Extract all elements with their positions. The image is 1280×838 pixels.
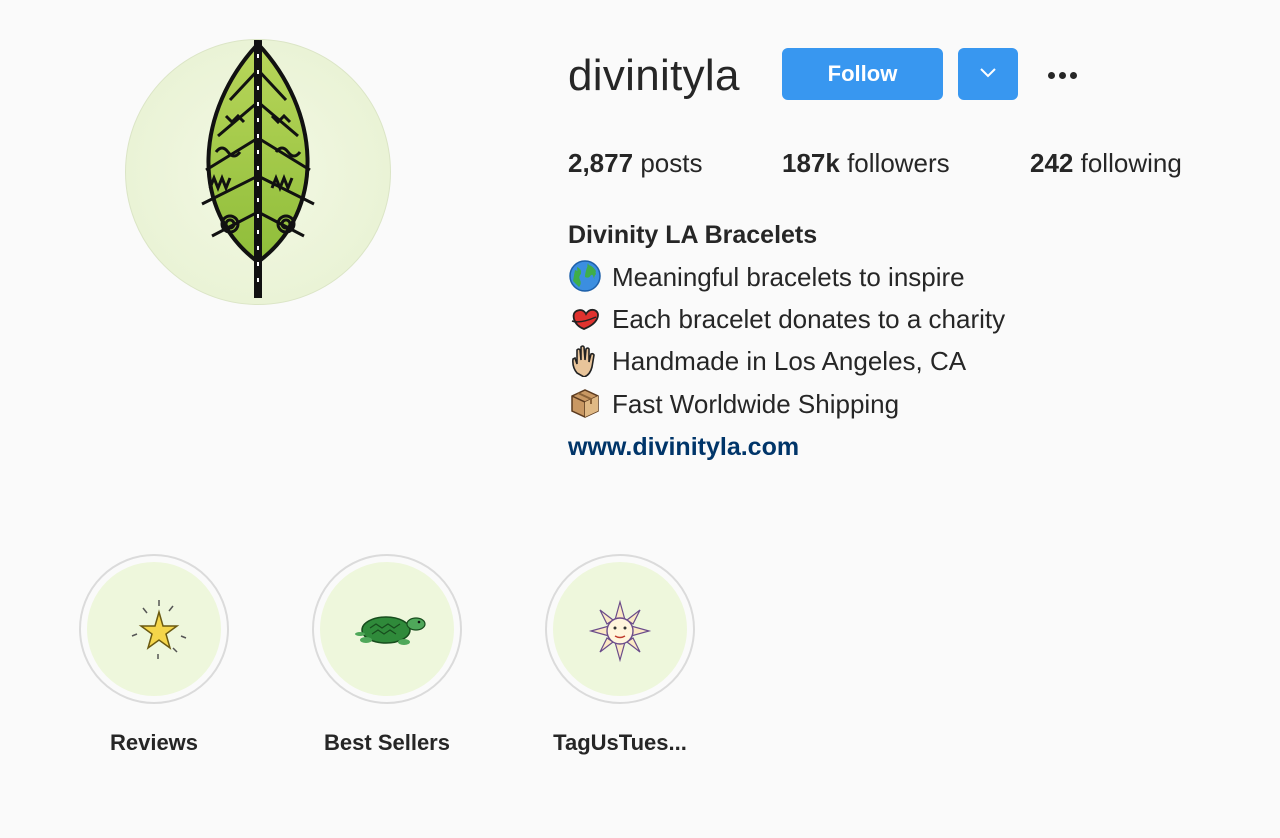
- star-icon: [131, 600, 187, 659]
- sun-icon: [588, 599, 652, 663]
- following-count: 242: [1030, 148, 1074, 178]
- highlight-ring: [545, 554, 695, 704]
- bio-text: Fast Worldwide Shipping: [612, 389, 900, 419]
- highlight-cover: [553, 562, 687, 696]
- highlight-cover: [320, 562, 454, 696]
- profile-full-name: Divinity LA Bracelets: [568, 221, 818, 249]
- profile-username: divinityla: [568, 51, 740, 100]
- turtle-icon: [355, 616, 426, 645]
- bio-text: Handmade in Los Angeles, CA: [612, 346, 967, 376]
- bio-line: Each bracelet donates to a charity: [568, 302, 1005, 338]
- chevron-down-icon: [980, 67, 996, 77]
- heart-emoji-icon: [571, 309, 599, 331]
- posts-count: 2,877: [568, 148, 634, 178]
- highlight-label: Best Sellers: [324, 730, 450, 755]
- highlight-cover: [87, 562, 221, 696]
- bio-line: Handmade in Los Angeles, CA: [568, 344, 966, 380]
- leaf-logo-icon: [201, 40, 315, 298]
- following-stat[interactable]: 242 following: [1030, 146, 1182, 180]
- follow-button[interactable]: Follow: [782, 48, 943, 100]
- following-label: following: [1080, 148, 1182, 178]
- highlight-label: TagUsTues...: [553, 730, 687, 755]
- profile-avatar[interactable]: [125, 39, 391, 305]
- bio-line: Meaningful bracelets to inspire: [568, 260, 965, 296]
- followers-count: 187k: [782, 148, 840, 178]
- package-emoji-icon: [571, 389, 599, 418]
- followers-label: followers: [847, 148, 950, 178]
- bio-line: Fast Worldwide Shipping: [568, 387, 899, 423]
- more-dots-icon: [1069, 71, 1077, 79]
- posts-stat[interactable]: 2,877 posts: [568, 146, 702, 180]
- highlight-ring: [79, 554, 229, 704]
- bio-text: Each bracelet donates to a charity: [612, 304, 1006, 334]
- bio-text: Meaningful bracelets to inspire: [612, 262, 965, 292]
- highlight-label: Reviews: [109, 730, 199, 755]
- suggested-accounts-dropdown-button[interactable]: [958, 48, 1018, 100]
- more-options-button[interactable]: [1038, 56, 1086, 92]
- posts-label: posts: [640, 148, 703, 178]
- globe-emoji-icon: [569, 260, 601, 292]
- highlight-reviews[interactable]: Reviews: [79, 554, 229, 756]
- raised-hand-emoji-icon: [572, 345, 595, 378]
- highlight-ring: [312, 554, 462, 704]
- website-link[interactable]: www.divinityla.com: [568, 430, 799, 464]
- highlight-best-sellers[interactable]: Best Sellers: [312, 554, 462, 756]
- more-dots-icon: [1058, 71, 1066, 79]
- highlight-tag-us-tues[interactable]: TagUsTues...: [545, 554, 695, 756]
- followers-stat[interactable]: 187k followers: [782, 146, 950, 180]
- more-dots-icon: [1047, 71, 1055, 79]
